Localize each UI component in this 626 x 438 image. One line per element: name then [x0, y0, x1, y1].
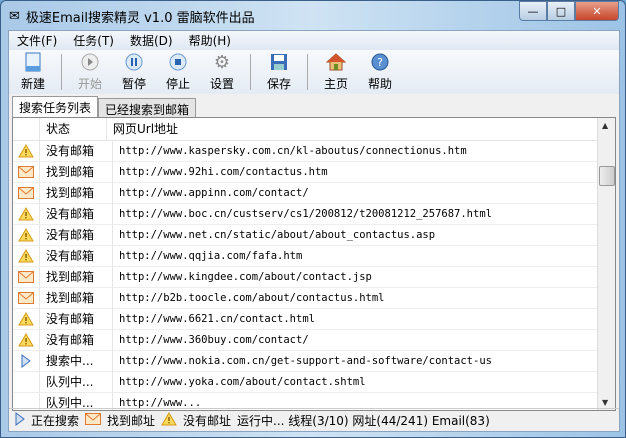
legend-found: 找到邮址 [107, 413, 156, 428]
title-bar: ✉ 极速Email搜索精灵 v1.0 雷脑软件出品 [9, 5, 255, 27]
row-url: http://www.kaspersky.com.cn/kl-aboutus/c… [119, 145, 467, 157]
status-bar: 正在搜索 找到邮址 没有邮址 运行中... 线程(3/10) 网址(44/241… [9, 408, 619, 431]
row-url: http://www.boc.cn/custserv/cs1/200812/t2… [119, 208, 492, 220]
menu-bar: 文件(F) 任务(T) 数据(D) 帮助(H) [9, 31, 619, 50]
home-button[interactable]: 主页 [314, 52, 358, 92]
gear-icon: ⚙ [213, 51, 231, 73]
row-status: 找到邮箱 [40, 267, 113, 287]
table-row[interactable]: 找到邮箱 http://www.kingdee.com/about/contact… [13, 267, 615, 288]
legend-not-found: 没有邮址 [183, 413, 232, 428]
legend-searching: 正在搜索 [31, 413, 80, 428]
table-row[interactable]: 队列中... http://www.yoka.com/about/contact.… [13, 372, 615, 393]
home-icon [326, 52, 346, 72]
mail-icon [13, 267, 40, 287]
row-url: http://www.360buy.com/contact/ [119, 334, 309, 346]
header-url[interactable]: 网页Url地址 [107, 118, 615, 140]
stop-icon [168, 52, 188, 72]
mail-icon [13, 183, 40, 203]
table-row[interactable]: 没有邮箱 http://www.6621.cn/contact.html [13, 309, 615, 330]
help-icon: ? [370, 52, 390, 72]
row-status: 没有邮箱 [40, 204, 113, 224]
play-icon [80, 52, 100, 72]
row-status: 没有邮箱 [40, 309, 113, 329]
table-row[interactable]: 找到邮箱 http://www.92hi.com/contactus.htm [13, 162, 615, 183]
row-status: 没有邮箱 [40, 141, 113, 161]
task-list: 状态 网页Url地址 没有邮箱 http://www.kaspersky.com.… [12, 117, 616, 411]
toolbar: 新建 开始 暂停 停止 ⚙ 设置 保存 主页 ? 帮助 [9, 50, 619, 94]
row-status: 队列中... [40, 372, 113, 392]
row-status: 找到邮箱 [40, 288, 113, 308]
pause-icon [124, 52, 144, 72]
pause-button[interactable]: 暂停 [112, 52, 156, 92]
floppy-disk-icon [269, 52, 289, 72]
stop-button[interactable]: 停止 [156, 52, 200, 92]
row-url: http://www.appinn.com/contact/ [119, 187, 309, 199]
help-button[interactable]: ? 帮助 [358, 52, 402, 92]
status-summary: 运行中... 线程(3/10) 网址(44/241) Email(83) [237, 413, 490, 428]
warning-icon [13, 246, 40, 266]
row-url: http://www.92hi.com/contactus.htm [119, 166, 328, 178]
row-url: http://b2b.toocle.com/about/contactus.ht… [119, 292, 385, 304]
settings-button[interactable]: ⚙ 设置 [200, 52, 244, 92]
toolbar-separator [250, 54, 251, 90]
start-button[interactable]: 开始 [68, 52, 112, 92]
empty-icon [13, 372, 40, 392]
table-row[interactable]: 搜索中... http://www.nokia.com.cn/get-suppor… [13, 351, 615, 372]
close-button[interactable]: ✕ [575, 1, 619, 21]
menu-task[interactable]: 任务(T) [65, 32, 122, 49]
scroll-up-arrow[interactable]: ▲ [602, 121, 608, 130]
warning-icon [13, 141, 40, 161]
mail-icon [85, 412, 102, 428]
table-row[interactable]: 没有邮箱 http://www.boc.cn/custserv/cs1/20081… [13, 204, 615, 225]
row-status: 搜索中... [40, 351, 113, 371]
row-url: http://www.net.cn/static/about/about_con… [119, 229, 436, 241]
scroll-down-arrow[interactable]: ▼ [602, 398, 608, 407]
warning-icon [13, 225, 40, 245]
warning-icon [13, 330, 40, 350]
list-header: 状态 网页Url地址 [13, 118, 615, 141]
table-row[interactable]: 找到邮箱 http://www.appinn.com/contact/ [13, 183, 615, 204]
row-url: http://www.6621.cn/contact.html [119, 313, 315, 325]
minimize-button[interactable]: — [519, 1, 547, 21]
play-icon [13, 351, 40, 371]
mail-icon [13, 162, 40, 182]
mail-icon [13, 288, 40, 308]
table-row[interactable]: 没有邮箱 http://www.net.cn/static/about/about… [13, 225, 615, 246]
row-url: http://www.yoka.com/about/contact.shtml [119, 376, 366, 388]
row-url: http://www.nokia.com.cn/get-support-and-… [119, 355, 492, 367]
menu-data[interactable]: 数据(D) [122, 32, 181, 49]
row-url: http://www.kingdee.com/about/contact.jsp [119, 271, 372, 283]
toolbar-separator [307, 54, 308, 90]
app-icon: ✉ [9, 8, 20, 24]
table-row[interactable]: 没有邮箱 http://www.qqjia.com/fafa.htm [13, 246, 615, 267]
warning-icon [13, 204, 40, 224]
play-icon [15, 411, 25, 429]
toolbar-separator [61, 54, 62, 90]
row-status: 找到邮箱 [40, 162, 113, 182]
menu-file[interactable]: 文件(F) [9, 32, 65, 49]
warning-icon [13, 309, 40, 329]
header-status[interactable]: 状态 [40, 118, 107, 140]
app-window: ✉ 极速Email搜索精灵 v1.0 雷脑软件出品 — □ ✕ 文件(F) 任务… [0, 0, 626, 438]
table-row[interactable]: 没有邮箱 http://www.kaspersky.com.cn/kl-about… [13, 141, 615, 162]
scrollbar-thumb[interactable] [599, 166, 615, 186]
window-title: 极速Email搜索精灵 v1.0 雷脑软件出品 [25, 10, 255, 26]
menu-help[interactable]: 帮助(H) [181, 32, 239, 49]
new-file-icon [23, 52, 43, 72]
svg-text:?: ? [377, 56, 383, 69]
row-url: http://www.qqjia.com/fafa.htm [119, 250, 303, 262]
vertical-scrollbar[interactable]: ▲ ▼ [597, 118, 615, 410]
table-row[interactable]: 没有邮箱 http://www.360buy.com/contact/ [13, 330, 615, 351]
new-button[interactable]: 新建 [11, 52, 55, 92]
maximize-button[interactable]: □ [547, 1, 575, 21]
row-status: 没有邮箱 [40, 246, 113, 266]
row-status: 找到邮箱 [40, 183, 113, 203]
row-status: 没有邮箱 [40, 330, 113, 350]
row-status: 没有邮箱 [40, 225, 113, 245]
warning-icon [161, 411, 177, 429]
save-button[interactable]: 保存 [257, 52, 301, 92]
header-icon-col[interactable] [13, 118, 40, 140]
table-row[interactable]: 找到邮箱 http://b2b.toocle.com/about/contactu… [13, 288, 615, 309]
